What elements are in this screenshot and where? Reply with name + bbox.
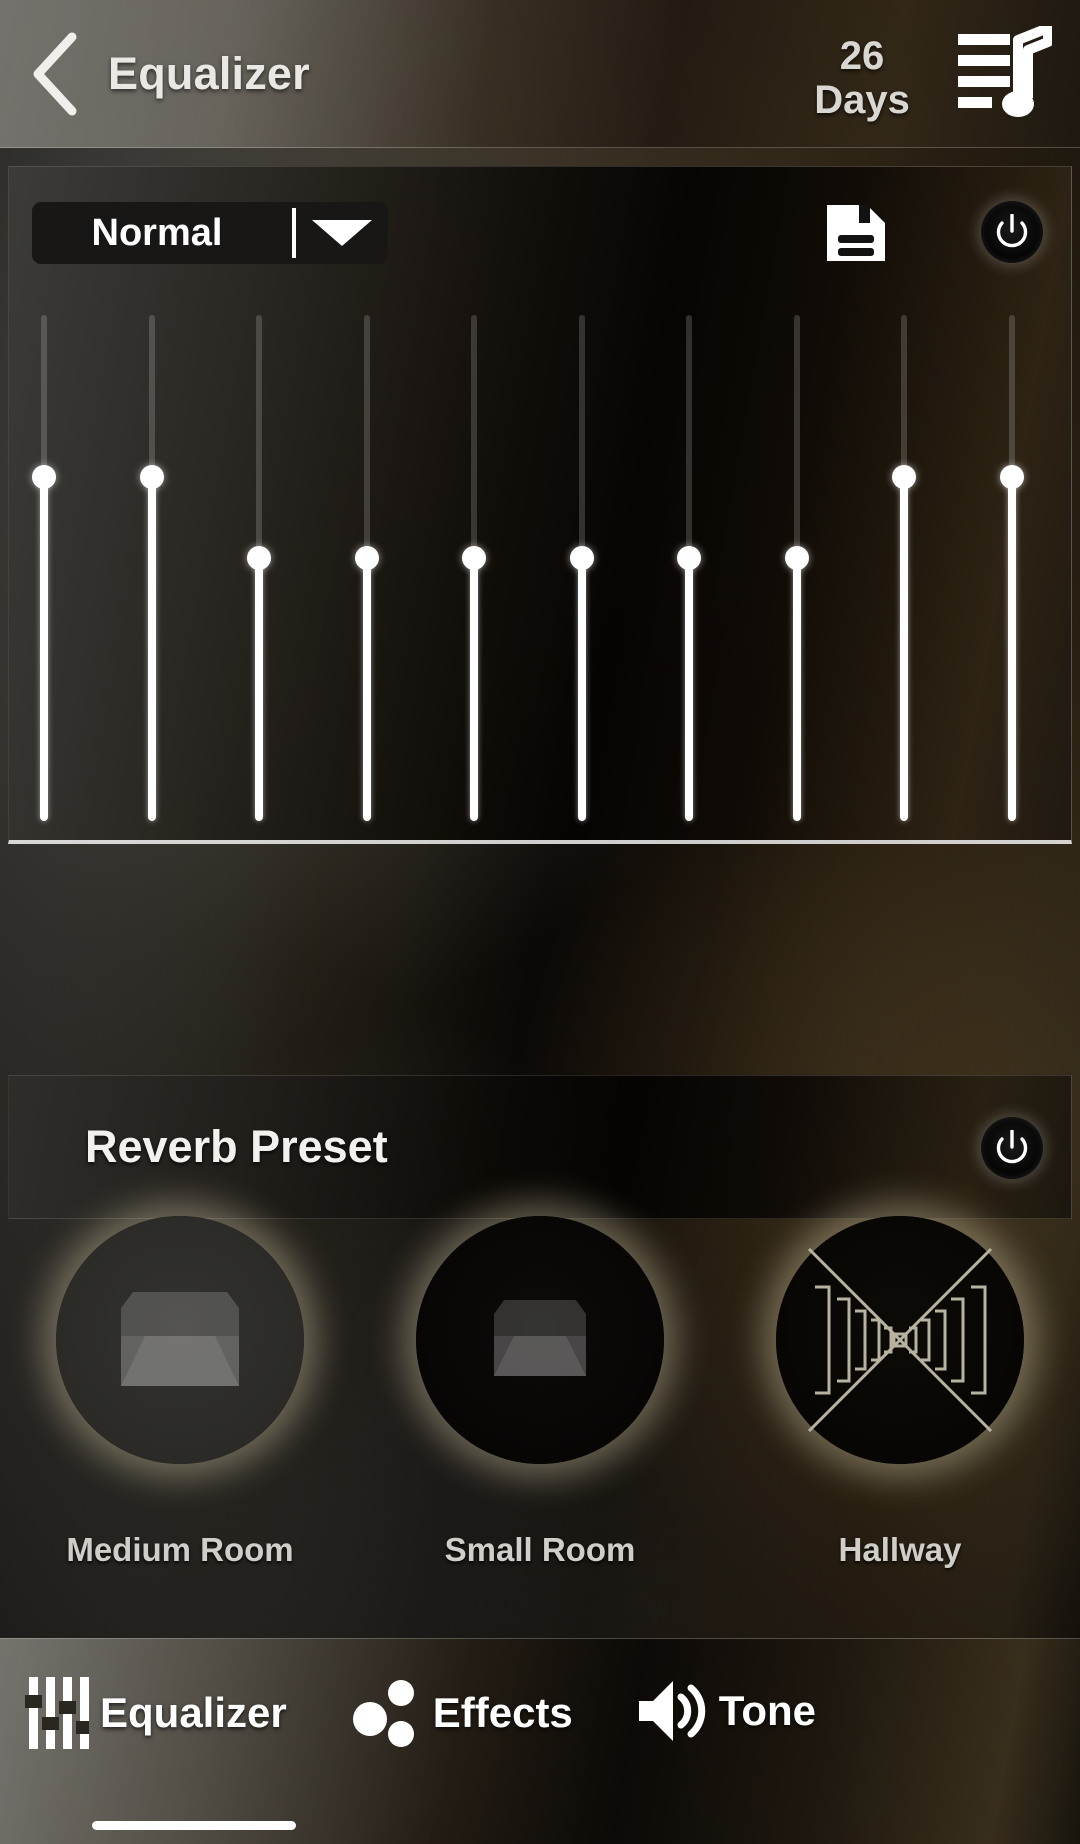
preset-row: Normal <box>9 167 1071 297</box>
eq-slider-fill <box>900 476 908 821</box>
room-box-icon <box>56 1216 304 1464</box>
eq-band-slider-9[interactable] <box>884 297 924 840</box>
power-icon <box>996 214 1028 248</box>
reverb-preset-hallway[interactable] <box>740 1216 1060 1464</box>
eq-slider-fill <box>40 476 48 821</box>
reverb-preset-labels: Medium Room Small Room Hallway <box>0 1515 1080 1585</box>
nav-label-tone: Tone <box>718 1687 817 1734</box>
chevron-down-icon[interactable] <box>296 220 388 246</box>
nav-label-effects: Effects <box>432 1689 573 1736</box>
eq-slider-thumb[interactable] <box>569 545 594 570</box>
reverb-preset-bar: Reverb Preset <box>8 1075 1072 1219</box>
eq-slider-thumb[interactable] <box>32 464 56 489</box>
days-unit: Days <box>814 78 910 122</box>
eq-slider-fill <box>255 557 263 821</box>
reverb-preset-label: Hallway <box>838 1531 962 1568</box>
eq-band-slider-5[interactable] <box>454 297 494 840</box>
days-remaining-badge: 26 Days <box>802 34 922 122</box>
eq-slider-thumb[interactable] <box>677 545 701 570</box>
save-floppy-icon[interactable] <box>823 201 889 270</box>
eq-slider-fill <box>577 557 586 821</box>
eq-slider-thumb[interactable] <box>999 464 1024 489</box>
days-number: 26 <box>839 34 885 78</box>
reverb-preset-medium-room[interactable] <box>20 1216 340 1464</box>
equalizer-band-sliders <box>9 297 1071 840</box>
reverb-preset-small-room[interactable] <box>380 1216 700 1464</box>
eq-band-slider-8[interactable] <box>777 297 817 840</box>
eq-slider-thumb[interactable] <box>354 545 379 570</box>
page-title: Equalizer <box>108 47 310 99</box>
nav-tab-tone[interactable]: Tone <box>623 1677 816 1745</box>
eq-slider-fill <box>1007 476 1016 821</box>
eq-slider-fill <box>792 557 801 821</box>
eq-slider-fill <box>470 557 478 821</box>
eq-slider-fill <box>685 557 693 821</box>
reverb-preset-list <box>0 1216 1080 1464</box>
eq-band-slider-2[interactable] <box>132 297 172 840</box>
reverb-preset-title: Reverb Preset <box>85 1121 388 1172</box>
equalizer-panel: Normal <box>8 166 1072 844</box>
eq-slider-fill <box>362 557 371 821</box>
power-icon <box>996 1130 1028 1164</box>
eq-slider-fill <box>147 476 156 821</box>
nav-label-equalizer: Equalizer <box>100 1689 287 1736</box>
eq-band-slider-4[interactable] <box>347 297 387 840</box>
reverb-preset-label: Medium Room <box>66 1531 294 1568</box>
eq-slider-thumb[interactable] <box>139 464 164 489</box>
preset-select[interactable]: Normal <box>32 202 388 264</box>
nav-tab-effects[interactable]: Effects <box>343 1677 573 1749</box>
eq-slider-thumb[interactable] <box>247 545 271 570</box>
active-tab-indicator <box>92 1821 296 1830</box>
room-box-icon <box>416 1216 664 1464</box>
reverb-preset-label: Small Room <box>444 1531 636 1568</box>
back-button[interactable] <box>0 31 108 117</box>
nav-tab-equalizer[interactable]: Equalizer <box>14 1677 287 1749</box>
eq-sliders-icon <box>14 1677 100 1749</box>
eq-band-slider-7[interactable] <box>669 297 709 840</box>
app-header: Equalizer 26 Days <box>0 0 1080 148</box>
hallway-perspective-icon <box>776 1216 1024 1464</box>
three-dots-icon <box>343 1677 433 1749</box>
eq-slider-thumb[interactable] <box>784 545 809 570</box>
speaker-volume-icon <box>623 1677 719 1745</box>
chevron-left-icon <box>28 31 80 117</box>
eq-slider-thumb[interactable] <box>462 545 486 570</box>
equalizer-power-toggle[interactable] <box>981 201 1043 263</box>
reverb-power-toggle[interactable] <box>981 1117 1043 1179</box>
eq-band-slider-1[interactable] <box>24 297 64 840</box>
eq-band-slider-3[interactable] <box>239 297 279 840</box>
eq-band-slider-6[interactable] <box>562 297 602 840</box>
playlist-music-note-icon[interactable] <box>956 23 1053 125</box>
eq-band-slider-10[interactable] <box>992 297 1032 840</box>
bottom-navigation: Equalizer Effects Tone <box>0 1638 1080 1844</box>
preset-selected-value: Normal <box>91 211 223 254</box>
eq-slider-thumb[interactable] <box>892 464 916 489</box>
